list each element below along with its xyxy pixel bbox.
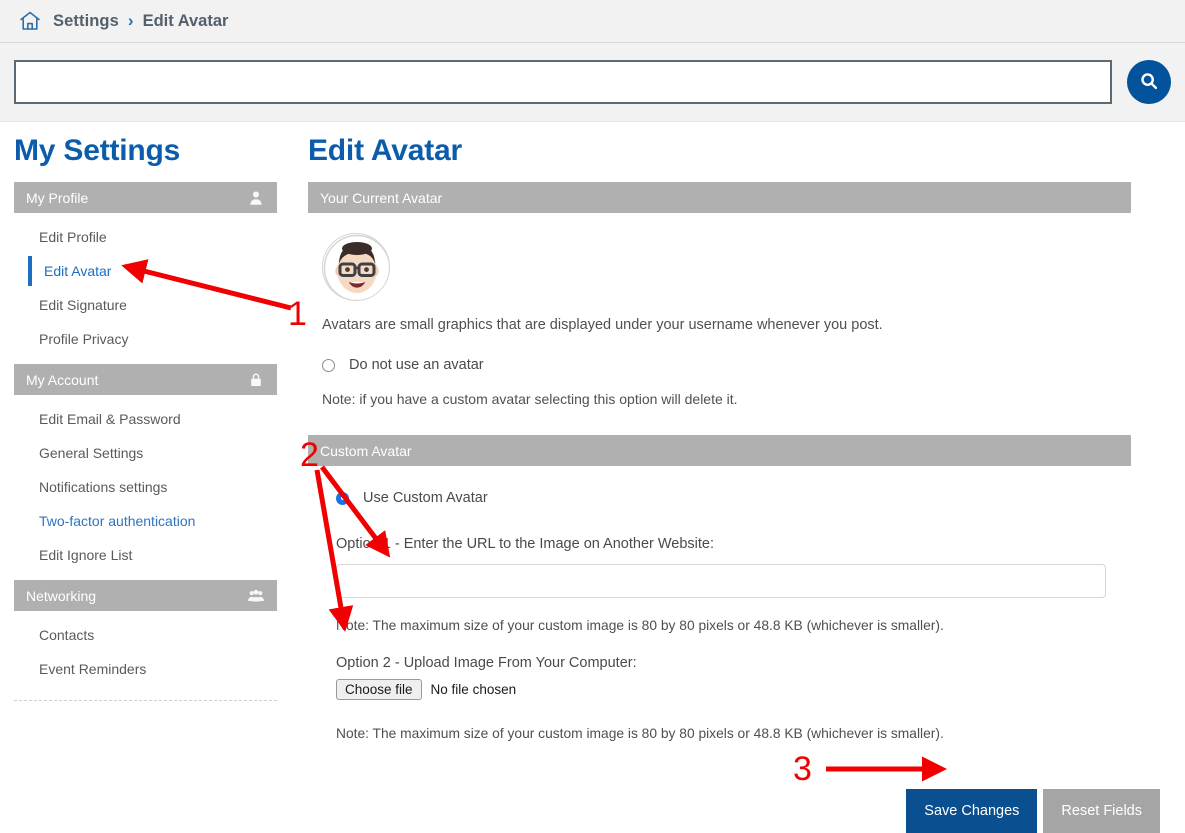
sidebar-item-general-settings[interactable]: General Settings xyxy=(14,436,277,470)
sidebar-group-my-profile: My Profile xyxy=(14,182,277,213)
sidebar-item-edit-avatar[interactable]: Edit Avatar xyxy=(14,254,277,288)
search-bar xyxy=(0,43,1185,122)
sidebar-item-edit-signature[interactable]: Edit Signature xyxy=(14,288,277,322)
sidebar-item-label: Edit Email & Password xyxy=(39,411,181,427)
lock-icon xyxy=(247,371,265,389)
sidebar-group-networking: Networking xyxy=(14,580,277,611)
sidebar-item-edit-email-password[interactable]: Edit Email & Password xyxy=(14,402,277,436)
sidebar-item-label: Contacts xyxy=(39,627,95,643)
sidebar-item-label: Notifications settings xyxy=(39,479,168,495)
sidebar-item-label: Edit Ignore List xyxy=(39,547,133,563)
sidebar-item-event-reminders[interactable]: Event Reminders xyxy=(14,652,277,686)
sidebar-group-label: My Account xyxy=(26,371,99,388)
sidebar-item-label: Edit Profile xyxy=(39,229,107,245)
page-title: Edit Avatar xyxy=(308,134,462,167)
radio-no-avatar[interactable] xyxy=(322,358,335,372)
option2-note: Note: The maximum size of your custom im… xyxy=(336,726,944,741)
current-avatar-block: Avatars are small graphics that are disp… xyxy=(308,213,1185,407)
sidebar-item-label: Profile Privacy xyxy=(39,331,129,347)
sidebar-item-profile-privacy[interactable]: Profile Privacy xyxy=(14,322,277,356)
radio-no-avatar-label: Do not use an avatar xyxy=(349,357,484,373)
sidebar-item-edit-ignore-list[interactable]: Edit Ignore List xyxy=(14,538,277,572)
radio-use-custom-row[interactable]: Use Custom Avatar xyxy=(336,490,1185,506)
sidebar-item-label: Edit Avatar xyxy=(44,263,112,279)
people-icon xyxy=(247,587,265,605)
avatar-url-input[interactable] xyxy=(336,564,1106,598)
no-avatar-note: Note: if you have a custom avatar select… xyxy=(322,391,738,407)
sidebar-group-my-account: My Account xyxy=(14,364,277,395)
sidebar-group-label: Networking xyxy=(26,587,97,604)
breadcrumb-bar: Settings › Edit Avatar xyxy=(0,0,1185,43)
sidebar-item-contacts[interactable]: Contacts xyxy=(14,618,277,652)
page-body: My Settings My Profile Edit Profile Edit… xyxy=(0,122,1185,833)
file-status-label: No file chosen xyxy=(430,682,517,697)
file-upload-row: Choose file No file chosen xyxy=(336,679,1185,700)
sidebar-item-label: Two-factor authentication xyxy=(39,513,196,529)
sidebar-item-label: Event Reminders xyxy=(39,661,147,677)
home-icon[interactable] xyxy=(18,9,53,33)
radio-use-custom-avatar[interactable] xyxy=(336,491,349,505)
search-input[interactable] xyxy=(14,60,1112,104)
avatar-description: Avatars are small graphics that are disp… xyxy=(322,317,883,333)
option2-label: Option 2 - Upload Image From Your Comput… xyxy=(336,655,637,671)
custom-avatar-body: Use Custom Avatar Option 1 - Enter the U… xyxy=(308,490,1185,741)
radio-use-custom-label: Use Custom Avatar xyxy=(363,490,488,506)
save-changes-button[interactable]: Save Changes xyxy=(906,789,1038,833)
section-header-label: Your Current Avatar xyxy=(320,189,443,206)
form-actions: Save Changes Reset Fields xyxy=(308,789,1185,833)
main-content: Edit Avatar Your Current Avatar Avatars … xyxy=(292,128,1185,833)
radio-no-avatar-row[interactable]: Do not use an avatar xyxy=(322,357,1185,373)
search-button[interactable] xyxy=(1127,60,1171,104)
sidebar-item-label: General Settings xyxy=(39,445,144,461)
reset-fields-button[interactable]: Reset Fields xyxy=(1043,789,1160,833)
option1-label: Option 1 - Enter the URL to the Image on… xyxy=(336,536,715,552)
custom-avatar-section: Custom Avatar Use Custom Avatar Option 1… xyxy=(308,435,1185,741)
memoji-avatar xyxy=(322,233,390,301)
sidebar-item-notifications-settings[interactable]: Notifications settings xyxy=(14,470,277,504)
section-header-current-avatar: Your Current Avatar xyxy=(308,182,1131,213)
person-icon xyxy=(247,189,265,207)
sidebar-divider xyxy=(14,700,277,701)
sidebar-item-edit-profile[interactable]: Edit Profile xyxy=(14,220,277,254)
sidebar-item-label: Edit Signature xyxy=(39,297,127,313)
choose-file-button[interactable]: Choose file xyxy=(336,679,422,700)
section-header-custom-avatar: Custom Avatar xyxy=(308,435,1131,466)
sidebar-group-label: My Profile xyxy=(26,189,89,206)
option1-note: Note: The maximum size of your custom im… xyxy=(336,618,944,633)
breadcrumb-item-edit-avatar: Edit Avatar xyxy=(142,11,229,30)
breadcrumb-separator-icon: › xyxy=(127,11,134,30)
section-header-label: Custom Avatar xyxy=(320,442,412,459)
breadcrumb-item-settings[interactable]: Settings xyxy=(53,12,119,31)
settings-sidebar: My Settings My Profile Edit Profile Edit… xyxy=(0,128,292,833)
sidebar-item-two-factor-authentication[interactable]: Two-factor authentication xyxy=(14,504,277,538)
search-icon xyxy=(1138,70,1160,95)
sidebar-title: My Settings xyxy=(14,134,181,167)
